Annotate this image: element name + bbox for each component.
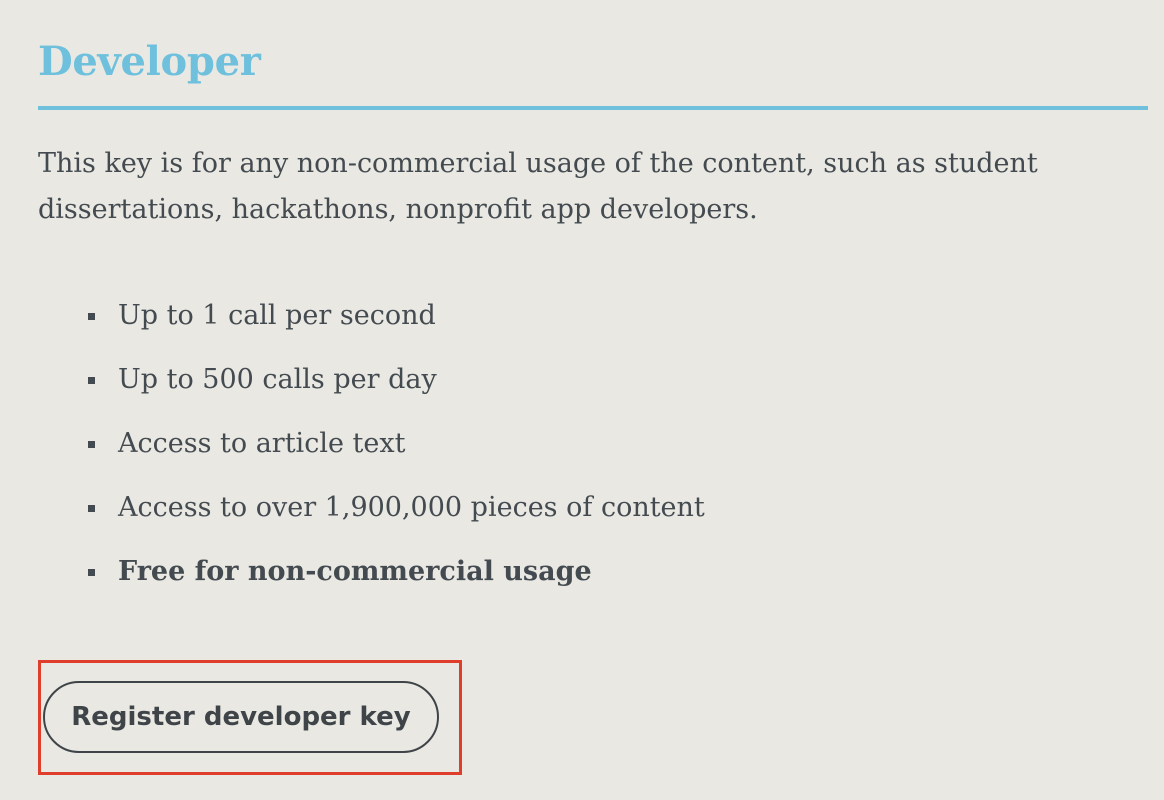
feature-item-article-text: Access to article text — [86, 420, 986, 484]
bullet-icon — [88, 569, 95, 576]
feature-text: Access to over 1,900,000 pieces of conte… — [118, 492, 705, 523]
register-button-highlight: Register developer key — [38, 660, 462, 775]
feature-item-rate-per-second: Up to 1 call per second — [86, 292, 986, 356]
bullet-icon — [88, 505, 95, 512]
bullet-icon — [88, 441, 95, 448]
register-developer-key-button[interactable]: Register developer key — [43, 681, 439, 753]
feature-list: Up to 1 call per second Up to 500 calls … — [86, 292, 986, 612]
feature-item-free-usage: Free for non-commercial usage — [86, 548, 986, 612]
feature-text: Up to 1 call per second — [118, 300, 436, 331]
feature-text: Free for non-commercial usage — [118, 556, 592, 587]
plan-title: Developer — [38, 38, 261, 85]
bullet-icon — [88, 313, 95, 320]
feature-text: Access to article text — [118, 428, 406, 459]
feature-item-content-count: Access to over 1,900,000 pieces of conte… — [86, 484, 986, 548]
plan-description: This key is for any non-commercial usage… — [38, 148, 1038, 225]
bullet-icon — [88, 377, 95, 384]
feature-item-calls-per-day: Up to 500 calls per day — [86, 356, 986, 420]
feature-text: Up to 500 calls per day — [118, 364, 437, 395]
title-divider — [38, 106, 1148, 110]
developer-plan-panel: Developer This key is for any non-commer… — [38, 0, 1148, 800]
